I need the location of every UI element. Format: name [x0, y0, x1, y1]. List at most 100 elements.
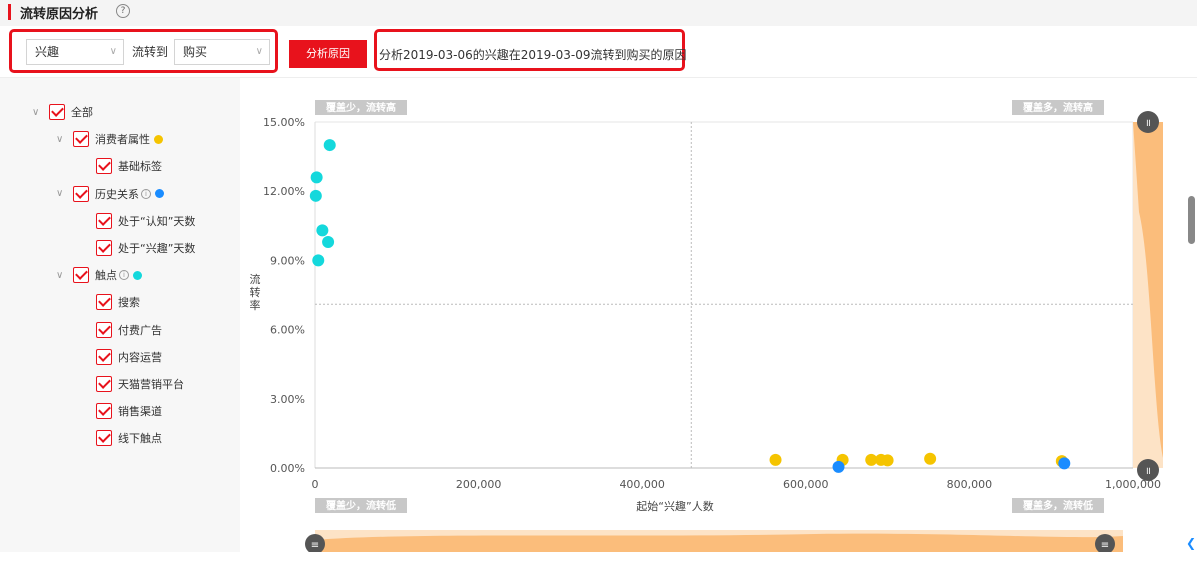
- data-point: [310, 171, 323, 184]
- x-slider-fill: [315, 533, 1123, 552]
- chevron-down-icon: ∨: [255, 46, 263, 57]
- data-point: [309, 189, 322, 202]
- y-tick-label: 15.00%: [263, 116, 305, 129]
- series-dot-icon: [154, 134, 163, 144]
- y-tick-label: 0.00%: [270, 462, 305, 475]
- checkbox-checked-icon[interactable]: [96, 158, 112, 175]
- tree-item-label: 触点: [95, 269, 117, 283]
- tree-item[interactable]: 线下触点: [96, 428, 162, 448]
- arrow-left-icon[interactable]: ❮: [1186, 536, 1196, 550]
- quadrant-label-bottom-left: 覆盖少，流转低: [326, 499, 396, 512]
- quadrant-label-top-right: 覆盖多，流转高: [1023, 101, 1093, 114]
- series-dot-icon: [155, 189, 164, 199]
- page-title: 流转原因分析: [20, 7, 99, 22]
- to-stage-value: 购买: [183, 45, 208, 59]
- tree-item[interactable]: 天猫营销平台: [96, 374, 184, 394]
- data-point: [316, 224, 329, 237]
- checkbox-checked-icon[interactable]: [96, 403, 112, 420]
- info-icon[interactable]: i: [119, 270, 129, 281]
- checkbox-checked-icon[interactable]: [96, 294, 112, 311]
- tree-item-label: 处于“认知”天数: [118, 214, 196, 228]
- checkbox-checked-icon[interactable]: [73, 185, 89, 202]
- x-axis-label: 起始“兴趣”人数: [636, 499, 713, 513]
- analysis-description: 分析2019-03-06的兴趣在2019-03-09流转到购买的原因: [379, 48, 687, 62]
- tree-item-label: 天猫营销平台: [118, 378, 184, 391]
- tree-item-label: 消费者属性: [95, 133, 150, 147]
- chevron-down-icon: ∨: [109, 46, 117, 57]
- to-stage-select[interactable]: 购买 ∨: [174, 39, 270, 65]
- chevron-down-icon[interactable]: ∨: [32, 107, 46, 118]
- data-point: [769, 453, 782, 466]
- tree-item[interactable]: 处于“兴趣”天数: [96, 238, 195, 258]
- checkbox-checked-icon[interactable]: [96, 348, 112, 365]
- tree-item-label: 销售渠道: [118, 405, 162, 419]
- y-axis-label: 转: [250, 285, 261, 299]
- y-tick-label: 9.00%: [270, 254, 305, 267]
- data-point: [1058, 457, 1071, 470]
- chevron-down-icon[interactable]: ∨: [56, 270, 70, 281]
- data-point: [322, 235, 335, 248]
- checkbox-checked-icon[interactable]: [96, 321, 112, 338]
- y-tick-label: 6.00%: [270, 324, 305, 337]
- page-root: 流转原因分析 ? 兴趣 ∨ 流转到 购买 ∨ 分析原因 分析2019-03-06…: [0, 0, 1197, 568]
- y-tick-label: 3.00%: [270, 393, 305, 406]
- data-point: [924, 452, 937, 465]
- checkbox-checked-icon[interactable]: [73, 267, 89, 284]
- checkbox-checked-icon[interactable]: [96, 376, 112, 392]
- chevron-down-icon[interactable]: ∨: [56, 188, 70, 199]
- help-icon[interactable]: ?: [116, 4, 130, 18]
- x-tick-label: 600,000: [783, 478, 829, 491]
- tree-item[interactable]: ∨ 历史关系 i: [56, 184, 164, 204]
- scatter-chart-area: 0.00% 3.00% 6.00% 9.00% 12.00% 15.00% 0 200,000…: [240, 78, 1197, 554]
- bottom-strip: [0, 552, 1197, 568]
- data-point: [832, 460, 845, 473]
- dimension-tree-panel: ∨ 全部 ∨ 消费者属性 基础标签 ∨ 历史关系 i 处于“认知”天数 处于“兴趣”天数 ∨ 触点 i 搜…: [0, 78, 240, 552]
- title-bar: 流转原因分析 ?: [0, 0, 1197, 26]
- tree-item-label: 处于“兴趣”天数: [118, 242, 196, 255]
- quadrant-label-bottom-right: 覆盖多，流转低: [1023, 499, 1093, 512]
- drag-handle-icon: ≡: [311, 540, 319, 551]
- chevron-down-icon[interactable]: ∨: [56, 134, 70, 145]
- checkbox-checked-icon[interactable]: [96, 240, 112, 256]
- page-scrollbar-thumb[interactable]: [1188, 196, 1195, 244]
- y-axis-label: 率: [250, 298, 261, 312]
- analyze-reason-button[interactable]: 分析原因: [289, 40, 367, 68]
- tree-item[interactable]: 处于“认知”天数: [96, 211, 195, 231]
- tree-item-label: 历史关系: [95, 187, 139, 201]
- info-icon[interactable]: i: [141, 188, 151, 199]
- checkbox-checked-icon[interactable]: [73, 131, 89, 148]
- quadrant-label-top-left: 覆盖少，流转高: [326, 101, 396, 114]
- checkbox-checked-icon[interactable]: [96, 430, 112, 447]
- tree-item-label: 基础标签: [118, 160, 162, 174]
- scatter-chart: 0.00% 3.00% 6.00% 9.00% 12.00% 15.00% 0 200,000…: [250, 100, 1163, 554]
- x-tick-label: 400,000: [619, 478, 665, 491]
- tree-item[interactable]: 基础标签: [96, 156, 162, 176]
- checkbox-checked-icon[interactable]: [96, 212, 112, 229]
- tree-item[interactable]: 内容运营: [96, 347, 162, 367]
- data-point: [312, 254, 325, 267]
- tree-item-label: 付费广告: [118, 323, 162, 337]
- pause-icon: ॥: [1145, 118, 1151, 129]
- tree-item[interactable]: ∨ 全部: [32, 102, 93, 122]
- tree-item[interactable]: 搜索: [96, 292, 140, 312]
- tree-item-label: 线下触点: [118, 432, 162, 446]
- tree-item[interactable]: 付费广告: [96, 320, 162, 340]
- tree-item-label: 内容运营: [118, 350, 162, 364]
- checkbox-checked-icon[interactable]: [49, 104, 65, 120]
- series-dot-icon: [133, 270, 142, 280]
- y-tick-label: 12.00%: [263, 185, 305, 198]
- drag-handle-icon: ≡: [1101, 540, 1109, 551]
- x-tick-label: 800,000: [947, 478, 993, 491]
- tree-item[interactable]: ∨ 消费者属性: [56, 129, 163, 149]
- tree-item[interactable]: 销售渠道: [96, 401, 162, 421]
- from-stage-select[interactable]: 兴趣 ∨: [26, 39, 124, 65]
- tree-item[interactable]: ∨ 触点 i: [56, 265, 142, 285]
- from-stage-value: 兴趣: [35, 45, 60, 59]
- title-accent: [8, 4, 11, 20]
- flow-to-label: 流转到: [132, 45, 169, 59]
- toolbar: 兴趣 ∨ 流转到 购买 ∨ 分析原因 分析2019-03-06的兴趣在2019-…: [0, 26, 1197, 78]
- data-point: [323, 139, 336, 152]
- tree-item-label: 全部: [71, 106, 93, 119]
- data-point: [881, 454, 894, 467]
- y-axis-label: 流: [250, 272, 261, 286]
